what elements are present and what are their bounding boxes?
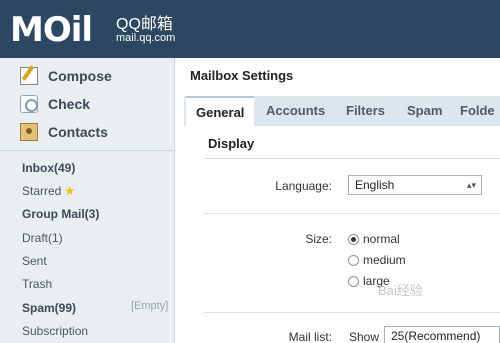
mail-list-label: Mail list: (288, 330, 332, 343)
watermark: Bai经验 (378, 283, 423, 298)
mail-list-count-select[interactable]: 25(Recommend) (384, 326, 500, 343)
language-select[interactable]: English ▴▾ (348, 175, 482, 195)
check-button[interactable]: Check (20, 93, 90, 115)
check-icon (20, 95, 38, 113)
contacts-icon (20, 123, 38, 141)
compose-icon (20, 67, 38, 85)
size-normal-label: normal (363, 232, 400, 246)
row-divider (204, 312, 500, 313)
radio-selected-icon (348, 233, 359, 245)
starred-label: Starred (22, 184, 62, 198)
section-divider (204, 158, 500, 159)
radio-icon (348, 275, 359, 287)
size-medium-radio[interactable]: medium (348, 253, 406, 267)
radio-icon (348, 254, 359, 266)
tab-spam[interactable]: Spam (407, 96, 442, 126)
language-value: English (355, 178, 395, 192)
compose-button[interactable]: Compose (20, 65, 112, 87)
sidebar: Compose Check Contacts Inbox(49) Starred… (0, 58, 175, 343)
display-section-title: Display (208, 136, 255, 151)
page-title: Mailbox Settings (190, 68, 294, 83)
show-label: Show (349, 330, 380, 343)
sidebar-item-draft[interactable]: Draft(1) (22, 229, 63, 247)
mail-list-value: 25(Recommend) (391, 329, 481, 343)
general-settings-panel: Display Language: English ▴▾ Size: norma… (194, 126, 500, 343)
tab-filters[interactable]: Filters (346, 96, 385, 126)
sidebar-item-subscription[interactable]: Subscription (22, 322, 88, 340)
check-label: Check (48, 96, 91, 112)
logo-brand: QQ邮箱 (116, 16, 173, 33)
contacts-label: Contacts (48, 124, 108, 140)
sidebar-item-spam[interactable]: Spam(99) (22, 299, 76, 317)
tab-general[interactable]: General (186, 96, 255, 126)
size-medium-label: medium (363, 253, 406, 267)
compose-label: Compose (48, 68, 112, 84)
language-label: Language: (275, 179, 332, 193)
row-divider (204, 213, 500, 214)
sidebar-item-inbox[interactable]: Inbox(49) (22, 159, 75, 177)
logo-domain: mail.qq.com (116, 32, 176, 44)
contacts-button[interactable]: Contacts (20, 121, 108, 143)
sidebar-item-starred[interactable]: Starred ★ (22, 182, 75, 200)
sidebar-item-sent[interactable]: Sent (22, 252, 47, 270)
tab-accounts[interactable]: Accounts (266, 96, 325, 126)
star-icon: ★ (64, 184, 76, 198)
sidebar-item-group-mail[interactable]: Group Mail(3) (22, 205, 99, 223)
logo-wordmark: MOil (10, 10, 93, 50)
main-content: Mailbox Settings General Accounts Filter… (176, 58, 500, 343)
sidebar-item-trash[interactable]: Trash (22, 275, 52, 293)
sidebar-divider (0, 150, 175, 151)
empty-spam-link[interactable]: [Empty] (131, 300, 168, 312)
select-arrows-icon: ▴▾ (466, 180, 476, 190)
app-header: MOil QQ邮箱 mail.qq.com (0, 0, 500, 58)
settings-tabs: General Accounts Filters Spam Folde (184, 96, 500, 126)
size-label: Size: (305, 232, 332, 246)
tab-folders[interactable]: Folde (460, 96, 495, 126)
size-normal-radio[interactable]: normal (348, 232, 400, 246)
